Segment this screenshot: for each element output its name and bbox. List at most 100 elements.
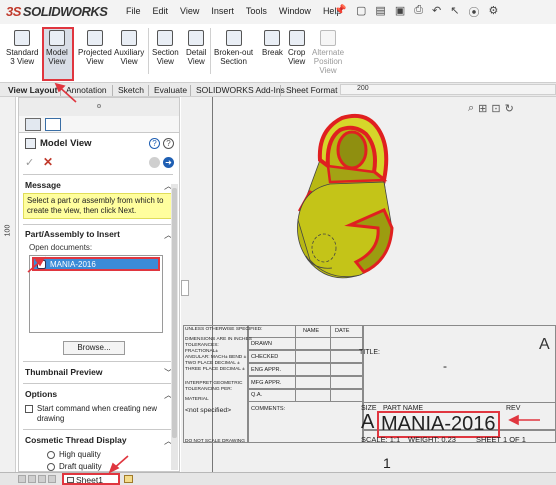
tab-annotation[interactable]: Annotation	[64, 85, 109, 95]
new-document-icon[interactable]: ▢	[356, 4, 366, 20]
cancel-x-icon[interactable]: ✕	[43, 155, 53, 169]
pin-icon[interactable]: 📌	[334, 5, 346, 16]
feature-manager-tab-icon[interactable]	[25, 118, 41, 131]
whats-wrong-icon[interactable]: ?	[163, 138, 174, 149]
sheet-tab-bar: Sheet1	[0, 472, 556, 485]
crop-view-button[interactable]: Crop View	[288, 30, 305, 66]
rebuild-icon[interactable]: ⦿	[468, 4, 479, 20]
menu-file[interactable]: File	[126, 6, 141, 16]
open-documents-label: Open documents:	[29, 243, 93, 252]
tab-evaluate[interactable]: Evaluate	[152, 85, 189, 95]
tab-sketch[interactable]: Sketch	[116, 85, 146, 95]
browse-button[interactable]: Browse...	[63, 341, 125, 355]
auxiliary-view-icon	[121, 30, 138, 46]
start-command-checkbox[interactable]	[25, 405, 33, 413]
last-sheet-icon[interactable]	[48, 475, 56, 483]
cosmetic-thread-section-header[interactable]: Cosmetic Thread Display ︿	[23, 435, 173, 447]
pm-title: Model View	[40, 138, 92, 149]
start-command-label: Start command when creating new drawing	[37, 404, 158, 423]
broken-out-section-button[interactable]: Broken-out Section	[214, 30, 253, 66]
zone-number: 1	[383, 455, 391, 471]
menu-window[interactable]: Window	[279, 6, 311, 16]
section-view-button[interactable]: Section View	[152, 30, 179, 66]
top-ruler-value: 200	[357, 85, 369, 92]
menu-edit[interactable]: Edit	[153, 6, 169, 16]
options-icon[interactable]: ⚙	[488, 4, 498, 20]
part-assembly-section-header[interactable]: Part/Assembly to Insert ︿	[23, 229, 173, 241]
message-box: Select a part or assembly from which to …	[23, 193, 173, 219]
options-section-header[interactable]: Options ︿	[23, 389, 173, 401]
break-icon	[264, 30, 281, 46]
model-view-title-icon	[25, 138, 36, 149]
title-dash: -	[443, 359, 447, 373]
sheet-icon	[67, 477, 74, 483]
save-icon[interactable]: ▣	[395, 4, 405, 20]
title-bar: 3S SOLIDWORKS File Edit View Insert Tools…	[0, 0, 556, 24]
panel-collapse-handle[interactable]	[181, 280, 189, 296]
property-manager-tab-icon[interactable]	[45, 118, 61, 131]
broken-out-section-icon	[225, 30, 242, 46]
panel-header-strip	[19, 98, 179, 116]
projected-view-icon	[86, 30, 103, 46]
quick-access-toolbar: ▢ ▤ ▣ ⎙ ↶ ↖ ⦿ ⚙	[356, 4, 507, 20]
zone-letter: A	[539, 336, 550, 353]
next-sheet-icon[interactable]	[38, 475, 46, 483]
title-block: UNLESS OTHERWISE SPECIFIED: DIMENSIONS A…	[183, 325, 556, 455]
solidworks-logo: 3S SOLIDWORKS	[6, 4, 108, 19]
panel-scrollbar[interactable]	[171, 184, 178, 470]
section-view-icon	[157, 30, 174, 46]
part-name-value: MANIA-2016	[377, 411, 500, 438]
alternate-position-view-icon	[320, 30, 337, 46]
model-view-icon	[48, 30, 65, 46]
zoom-to-selection-icon[interactable]: ⊡	[491, 102, 500, 115]
thumbnail-preview-header[interactable]: Thumbnail Preview ﹀	[23, 367, 173, 379]
zoom-to-area-icon[interactable]: ⊞	[478, 102, 487, 115]
tab-solidworks-add-ins[interactable]: SOLIDWORKS Add-Ins	[194, 85, 287, 95]
open-documents-list[interactable]: MANIA-2016	[29, 255, 163, 333]
first-sheet-icon[interactable]	[18, 475, 26, 483]
part-model-preview[interactable]	[280, 110, 420, 285]
alternate-position-view-button[interactable]: Alternate Position View	[312, 30, 344, 75]
ribbon-commands: Standard 3 View Model View Projected Vie…	[0, 24, 556, 82]
sheet1-tab[interactable]: Sheet1	[62, 473, 120, 485]
menu-view[interactable]: View	[180, 6, 199, 16]
open-icon[interactable]: ▤	[375, 4, 385, 20]
high-quality-radio[interactable]: High quality	[47, 450, 167, 460]
undo-icon[interactable]: ↶	[432, 4, 441, 20]
detail-view-icon	[188, 30, 205, 46]
draft-quality-radio[interactable]: Draft quality	[47, 462, 167, 472]
auxiliary-view-button[interactable]: Auxiliary View	[114, 30, 144, 66]
rotate-view-icon[interactable]: ↻	[505, 102, 514, 115]
back-arrow-icon[interactable]	[149, 157, 160, 168]
heads-up-view-toolbar: ⌕ ⊞ ⊡ ↻	[468, 102, 518, 115]
zoom-to-fit-icon[interactable]: ⌕	[468, 102, 474, 115]
ok-check-icon[interactable]: ✓	[25, 156, 34, 169]
print-icon[interactable]: ⎙	[414, 4, 423, 20]
panel-grip-icon[interactable]	[97, 104, 101, 108]
model-view-button[interactable]: Model View	[46, 30, 68, 66]
standard-3-view-button[interactable]: Standard 3 View	[6, 30, 38, 66]
tab-view-layout[interactable]: View Layout	[6, 85, 59, 95]
detail-view-button[interactable]: Detail View	[186, 30, 206, 66]
add-sheet-icon[interactable]	[124, 475, 133, 483]
next-arrow-icon[interactable]: ➜	[163, 157, 174, 168]
left-ruler: 100	[0, 97, 16, 472]
select-icon[interactable]: ↖	[450, 4, 459, 20]
tab-sheet-format[interactable]: Sheet Format	[284, 85, 340, 95]
message-section-header[interactable]: Message ︿	[23, 180, 173, 192]
model-body	[297, 113, 394, 279]
crop-view-icon	[288, 30, 305, 46]
top-ruler: 200	[340, 84, 556, 95]
help-icon[interactable]: ?	[149, 138, 160, 149]
part-icon	[37, 260, 46, 269]
break-button[interactable]: Break	[262, 30, 283, 57]
document-item-mania-2016[interactable]: MANIA-2016	[32, 257, 160, 271]
left-ruler-value: 100	[4, 224, 12, 237]
menu-bar: File Edit View Insert Tools Window Help	[126, 6, 353, 16]
model-view-property-manager: Model View ? ? ✓ ✕ ➜ Message ︿ Select a p…	[18, 97, 180, 472]
menu-insert[interactable]: Insert	[211, 6, 234, 16]
menu-tools[interactable]: Tools	[246, 6, 267, 16]
prev-sheet-icon[interactable]	[28, 475, 36, 483]
projected-view-button[interactable]: Projected View	[78, 30, 112, 66]
scrollbar-thumb[interactable]	[172, 188, 177, 438]
